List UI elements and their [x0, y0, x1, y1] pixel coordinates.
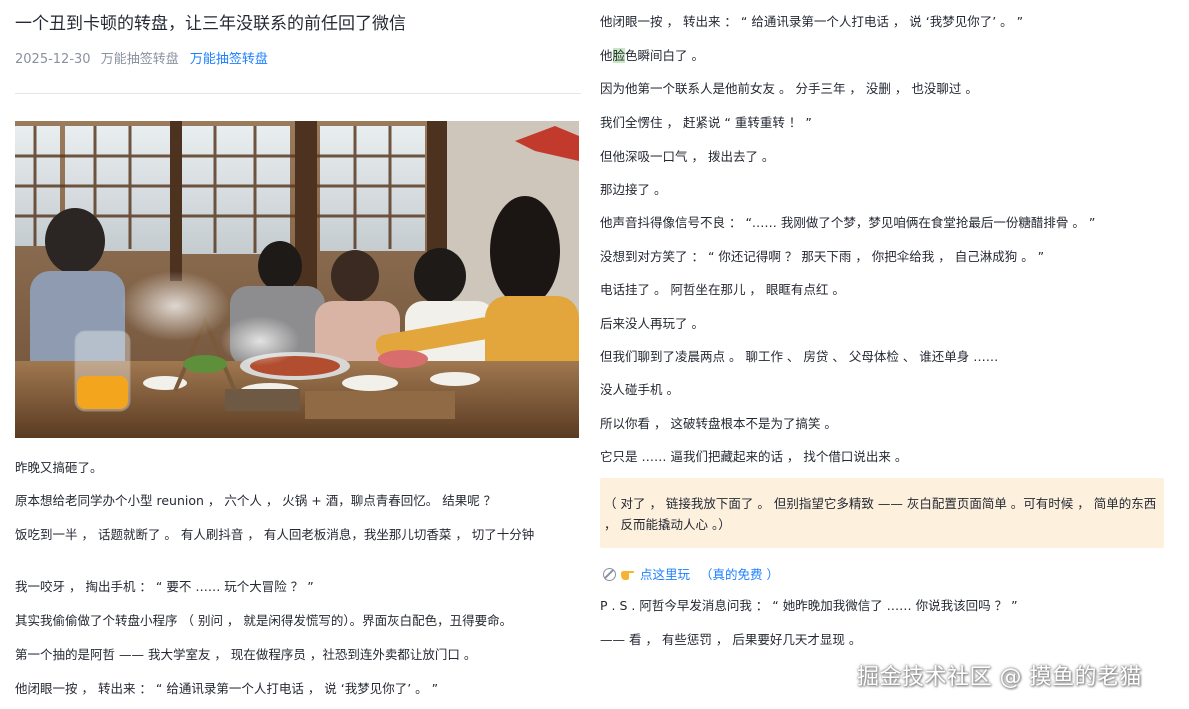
play-link-row: 点这里玩 （真的免费 ） — [603, 564, 779, 583]
paragraph: 它只是 …… 逼我们把藏起来的话 ， 找个借口说出来 。 — [600, 449, 908, 464]
paragraph: 但他深吸一口气 ， 拨出去了 。 — [600, 149, 775, 164]
divider — [15, 93, 581, 94]
paragraph: 其实我偷偷做了个转盘小程序 （ 别问 ， 就是闲得发慌写的）。界面灰白配色，丑得… — [15, 613, 513, 628]
paragraph: 那边接了 。 — [600, 182, 667, 197]
link-circle-icon — [603, 568, 616, 581]
paragraph: 昨晚又搞砸了。 — [15, 460, 103, 475]
play-link[interactable]: 点这里玩 — [640, 567, 690, 582]
paragraph: 电话挂了 。 阿哲坐在那儿 ， 眼眶有点红 。 — [600, 282, 845, 297]
closing-paragraph: —— 看 ， 有些惩罚 ， 后果要好几天才显现 。 — [600, 632, 862, 647]
callout-box: （ 对了 ， 链接我放下面了 。 但别指望它多精致 —— 灰白配置页面简单 。可… — [600, 478, 1164, 548]
paragraph: 他闭眼一按 ， 转出来 ： “ 给通讯录第一个人打电话 ， 说 ‘我梦见你了’ … — [600, 14, 1024, 29]
paragraph: 因为他第一个联系人是他前女友 。 分手三年 ， 没删 ， 也没聊过 。 — [600, 81, 978, 96]
callout-text: （ 对了 ， 链接我放下面了 。 但别指望它多精致 —— 灰白配置页面简单 。可… — [604, 496, 1157, 532]
ps-paragraph: P . S . 阿哲今早发消息问我 ： “ 她昨晚加我微信了 …… 你说我该回吗… — [600, 598, 1018, 613]
pointing-hand-icon — [621, 571, 635, 580]
hotpot-photo — [15, 121, 579, 438]
paragraph: 饭吃到一半 ， 话题就断了 。 有人刷抖音 ， 有人回老板消息，我坐那儿切香菜 … — [15, 527, 535, 542]
article-meta: 2025-12-30 万能抽签转盘 万能抽签转盘 — [15, 48, 268, 67]
paragraph: 他闭眼一按 ， 转出来 ： “ 给通讯录第一个人打电话 ， 说 ‘我梦见你了’ … — [15, 681, 439, 696]
highlight-before: 他 — [600, 48, 613, 63]
paragraph: 原本想给老同学办个小型 reunion ， 六个人 ， 火锅 + 酒，聊点青春回… — [15, 493, 497, 508]
paragraph: 但我们聊到了凌晨两点 。 聊工作 、 房贷 、 父母体检 、 谁还单身 …… — [600, 349, 999, 364]
paragraph: 没想到对方笑了 ： “ 你还记得啊 ？ 那天下雨 ， 你把伞给我 ， 自己淋成狗… — [600, 249, 1045, 264]
watermark: 掘金技术社区 @ 摸鱼的老猫 — [857, 665, 1142, 690]
article-tag-link[interactable]: 万能抽签转盘 — [190, 52, 268, 67]
paragraph: 他声音抖得像信号不良 ： “…… 我刚做了个梦，梦见咱俩在食堂抢最后一份糖醋排骨… — [600, 215, 1096, 230]
paragraph: 第一个抽的是阿哲 —— 我大学室友 ， 现在做程序员 ，社恐到连外卖都让放门口 … — [15, 647, 477, 662]
paragraph: 没人碰手机 。 — [600, 382, 679, 397]
paragraph-highlight: 他脸色瞬间白了 。 — [600, 47, 704, 65]
paragraph: 我们全愣住 ， 赶紧说 “ 重转重转 ！ ” — [600, 115, 812, 130]
article-category[interactable]: 万能抽签转盘 — [101, 52, 179, 67]
free-note: （真的免费 ） — [700, 567, 779, 582]
paragraph: 后来没人再玩了 。 — [600, 316, 704, 331]
article-title: 一个丑到卡顿的转盘，让三年没联系的前任回了微信 — [15, 14, 406, 34]
article-date: 2025-12-30 — [15, 52, 91, 67]
highlight-after: 色瞬间白了 。 — [625, 48, 705, 63]
paragraph: 我一咬牙 ， 掏出手机 ： “ 要不 …… 玩个大冒险 ？ ” — [15, 579, 314, 594]
highlighted-word: 脸 — [612, 48, 626, 63]
paragraph: 所以你看 ， 这破转盘根本不是为了搞笑 。 — [600, 416, 837, 431]
